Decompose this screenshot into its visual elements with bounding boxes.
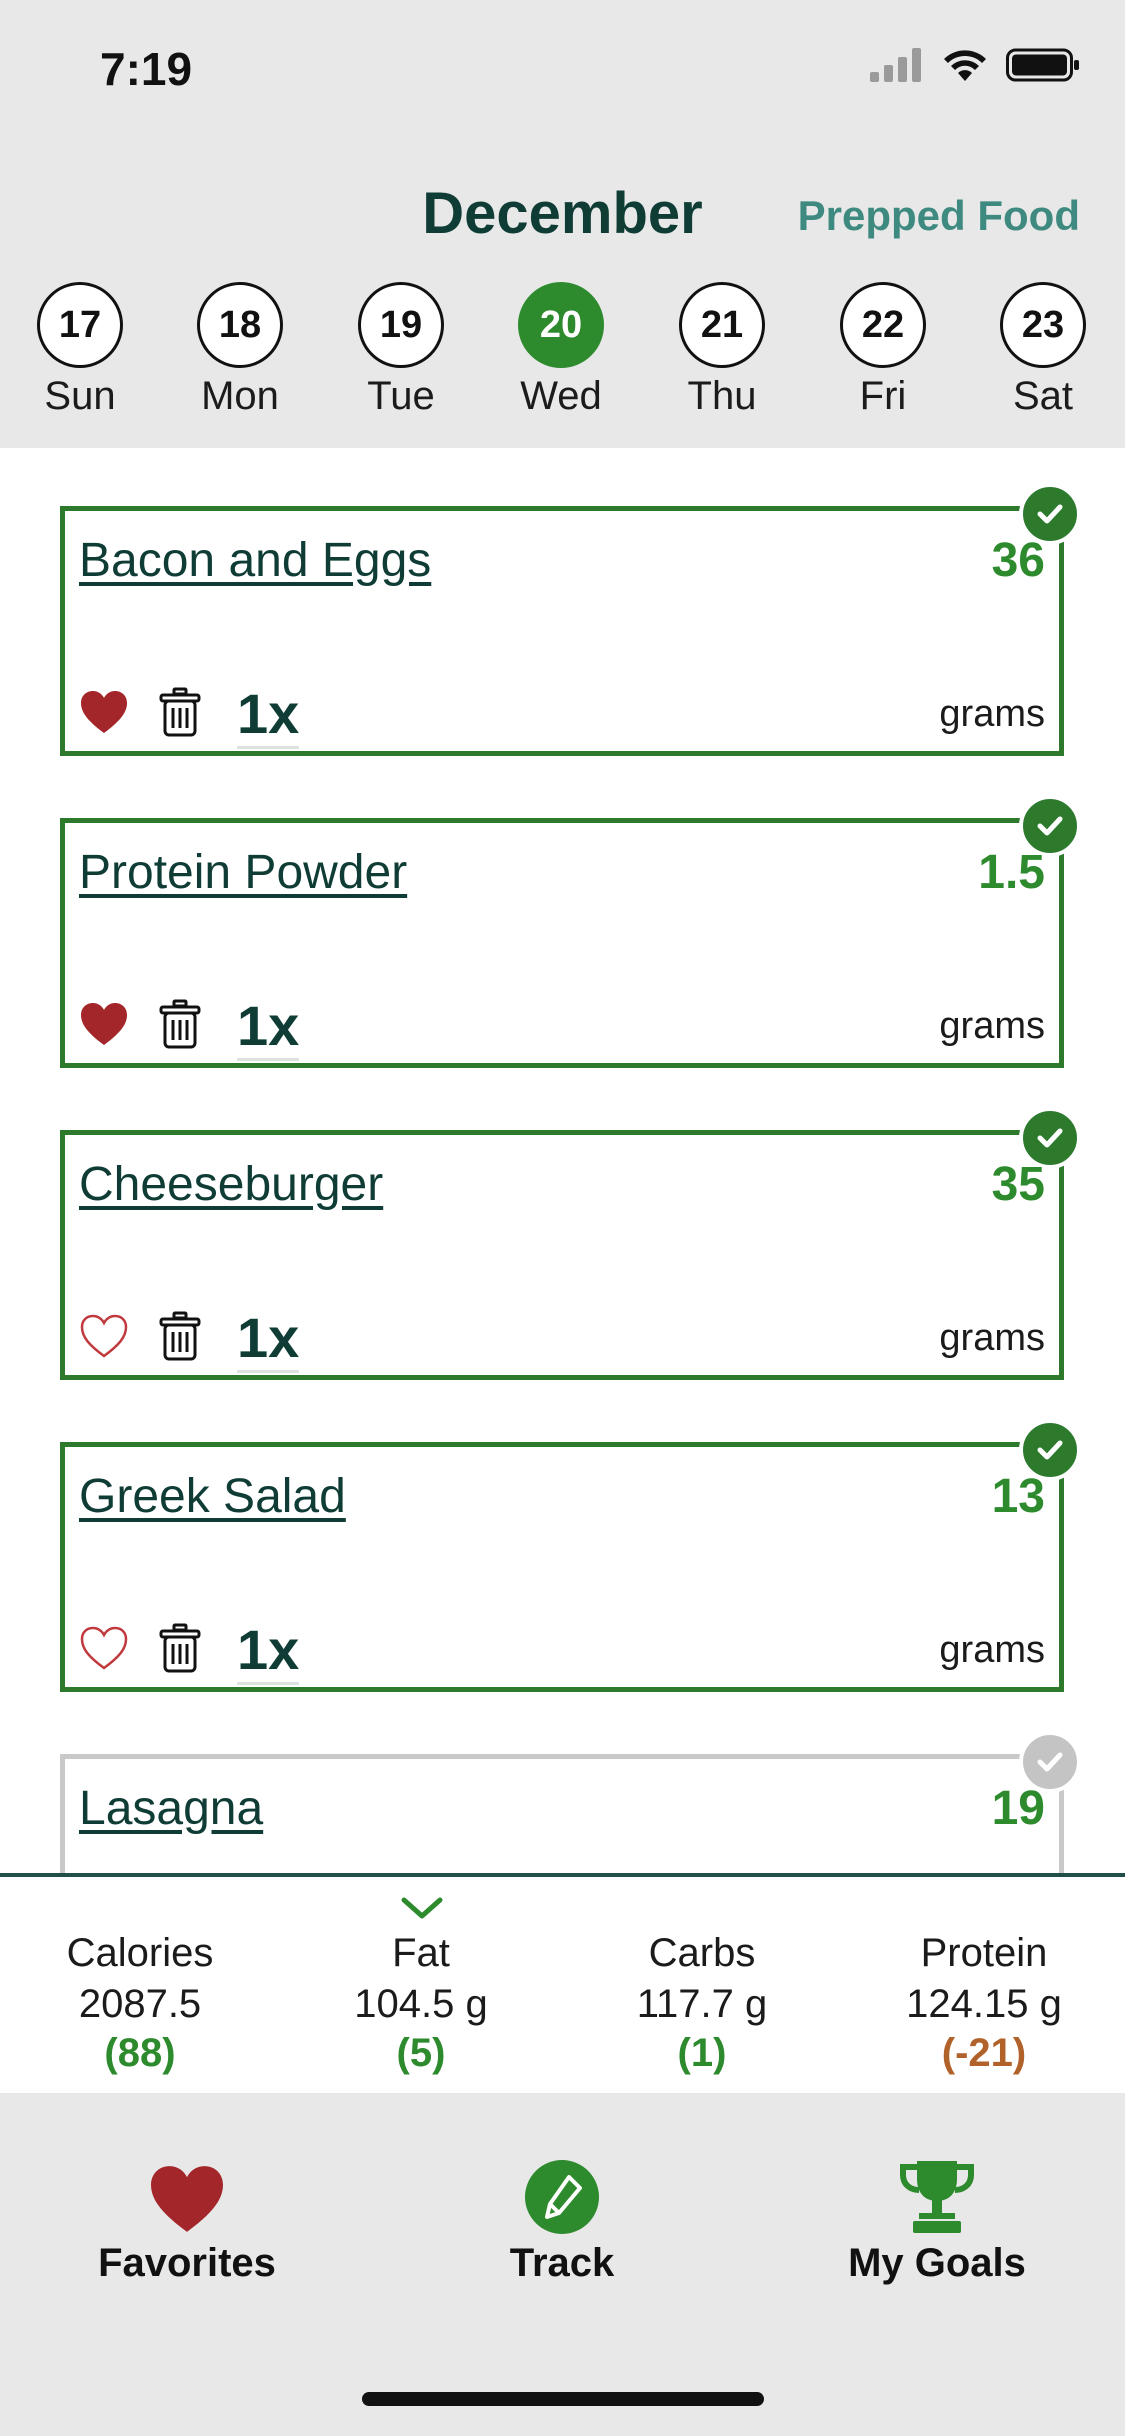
food-name[interactable]: Lasagna [79,1781,263,1836]
heart-filled-icon[interactable] [79,689,129,740]
food-name[interactable]: Bacon and Eggs [79,533,431,588]
trophy-icon [787,2151,1087,2235]
stat-label: Protein [920,1931,1048,1975]
food-card-greek-salad[interactable]: Greek Salad 13 1x grams [60,1419,1081,1692]
day-number: 23 [1000,282,1086,368]
day-22[interactable]: 22 Fri [833,282,933,419]
wifi-icon [944,50,986,81]
stat-delta: (1) [677,2031,727,2075]
day-19[interactable]: 19 Tue [351,282,451,419]
calendar-header: December Prepped Food 17 Sun 18 Mon 19 T… [0,140,1125,448]
day-18[interactable]: 18 Mon [190,282,290,419]
heart-icon [37,2151,337,2235]
quantity-input[interactable]: 1x [237,1617,300,1685]
status-icons [870,48,1080,82]
unit-label: grams [939,1317,1045,1359]
day-number: 17 [37,282,123,368]
food-value: 13 [991,1470,1045,1523]
stat-value: 104.5 g [354,1982,488,2026]
tab-label: Favorites [98,2241,276,2285]
day-number: 21 [679,282,765,368]
stat-protein: Protein 124.15 g (-21) [844,1931,1124,2076]
day-name: Fri [859,374,907,418]
quantity-input[interactable]: 1x [237,993,300,1061]
food-card-protein-powder[interactable]: Protein Powder 1.5 1x grams [60,795,1081,1068]
status-bar: 7:19 [0,0,1125,140]
trash-icon[interactable] [159,1311,201,1366]
stat-value: 117.7 g [636,1982,768,2026]
stat-value: 124.15 g [906,1982,1062,2026]
day-name: Sat [1012,374,1074,418]
status-time: 7:19 [100,43,193,95]
food-value: 35 [991,1158,1045,1211]
heart-outline-icon[interactable] [79,1313,129,1364]
heart-filled-icon[interactable] [79,1001,129,1052]
day-number: 22 [840,282,926,368]
food-name[interactable]: Cheeseburger [79,1157,383,1212]
trash-icon[interactable] [159,999,201,1054]
food-value: 36 [991,534,1045,587]
day-number: 19 [358,282,444,368]
day-20-selected[interactable]: 20 Wed [511,282,611,419]
stat-delta: (5) [396,2031,446,2075]
stat-fat: Fat 104.5 g (5) [281,1931,561,2076]
heart-outline-icon[interactable] [79,1625,129,1676]
food-name[interactable]: Greek Salad [79,1469,346,1524]
battery-icon [1006,48,1079,82]
food-card-cheeseburger[interactable]: Cheeseburger 35 1x grams [60,1107,1081,1380]
stat-value: 2087.5 [78,1982,202,2026]
prepped-food-link[interactable]: Prepped Food [798,192,1080,240]
quantity-input[interactable]: 1x [237,681,300,749]
food-value: 1.5 [978,846,1045,899]
day-name: Tue [367,374,435,418]
food-name[interactable]: Protein Powder [79,845,407,900]
food-card-bacon-and-eggs[interactable]: Bacon and Eggs 36 1x grams [60,483,1081,756]
food-list[interactable]: Bacon and Eggs 36 1x grams Protein Powde… [0,448,1125,1873]
nutrition-summary: Calories 2087.5 (88) Fat 104.5 g (5) Car… [0,1873,1125,2093]
unit-label: grams [939,1629,1045,1671]
tab-label: My Goals [848,2241,1026,2285]
stat-delta: (-21) [941,2031,1027,2075]
stat-delta: (88) [104,2031,176,2075]
day-number: 18 [197,282,283,368]
stat-label: Calories [66,1931,214,1975]
quantity-input[interactable]: 1x [237,1305,300,1373]
day-name: Wed [520,374,602,418]
tab-label: Track [509,2241,615,2285]
day-name: Thu [687,374,757,418]
tab-bar: Favorites Track My Goals [0,2093,1125,2436]
tab-track[interactable]: Track [412,2151,712,2286]
food-card-lasagna[interactable]: Lasagna 19 1x grams [60,1731,1081,1873]
food-value: 19 [991,1782,1045,1835]
day-21[interactable]: 21 Thu [672,282,772,419]
stat-label: Carbs [648,1931,756,1975]
day-number: 20 [518,282,604,368]
chevron-down-icon[interactable] [400,1895,444,1926]
unit-label: grams [939,1005,1045,1047]
stat-calories: Calories 2087.5 (88) [0,1931,280,2076]
day-23[interactable]: 23 Sat [993,282,1093,419]
day-name: Mon [201,374,279,418]
stat-carbs: Carbs 117.7 g (1) [562,1931,842,2076]
trash-icon[interactable] [159,1623,201,1678]
cellular-signal-icon [870,48,921,82]
stat-label: Fat [392,1931,450,1975]
pencil-icon [412,2151,712,2235]
day-name: Sun [44,374,116,418]
home-indicator[interactable] [362,2392,764,2406]
tab-my-goals[interactable]: My Goals [787,2151,1087,2286]
tab-favorites[interactable]: Favorites [37,2151,337,2286]
trash-icon[interactable] [159,687,201,742]
day-17[interactable]: 17 Sun [30,282,130,419]
unit-label: grams [939,693,1045,735]
